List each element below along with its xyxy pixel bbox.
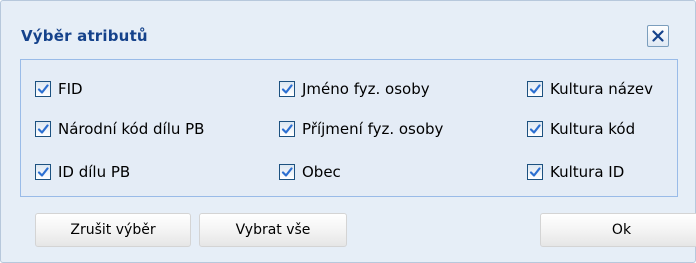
clear-selection-button[interactable]: Zrušit výběr <box>35 213 191 247</box>
checkbox-kultura-nazev[interactable]: Kultura název <box>527 78 653 100</box>
check-icon[interactable] <box>279 121 295 137</box>
checkbox-label: Obec <box>302 163 341 181</box>
checkbox-id-dilu-pb[interactable]: ID dílu PB <box>35 161 130 183</box>
checkbox-prijmeni-fyz-osoby[interactable]: Příjmení fyz. osoby <box>279 118 443 140</box>
check-icon[interactable] <box>279 164 295 180</box>
checkbox-label: Národní kód dílu PB <box>58 120 205 138</box>
check-icon[interactable] <box>35 121 51 137</box>
checkbox-kultura-id[interactable]: Kultura ID <box>527 161 624 183</box>
checkbox-label: Kultura ID <box>550 163 625 181</box>
checkbox-fid[interactable]: FID <box>35 78 83 100</box>
select-all-button[interactable]: Vybrat vše <box>199 213 347 247</box>
checkbox-label: Kultura kód <box>550 120 636 138</box>
checkbox-jmeno-fyz-osoby[interactable]: Jméno fyz. osoby <box>279 78 430 100</box>
ok-button[interactable]: Ok <box>540 213 696 247</box>
checkbox-label: FID <box>58 80 83 98</box>
attributes-panel: FID Národní kód dílu PB ID dílu PB Jméno… <box>20 59 678 197</box>
close-icon[interactable] <box>647 25 669 47</box>
checkbox-label: Kultura název <box>550 80 653 98</box>
check-icon[interactable] <box>279 81 295 97</box>
check-icon[interactable] <box>527 164 543 180</box>
attribute-selection-dialog: Výběr atributů FID Národní kód dílu PB I… <box>0 0 696 263</box>
check-icon[interactable] <box>35 164 51 180</box>
check-icon[interactable] <box>527 121 543 137</box>
checkbox-label: Příjmení fyz. osoby <box>302 120 444 138</box>
checkbox-label: Jméno fyz. osoby <box>302 80 430 98</box>
check-icon[interactable] <box>527 81 543 97</box>
check-icon[interactable] <box>35 81 51 97</box>
dialog-titlebar: Výběr atributů <box>1 1 695 59</box>
checkbox-obec[interactable]: Obec <box>279 161 341 183</box>
dialog-title: Výběr atributů <box>21 27 148 45</box>
checkbox-label: ID dílu PB <box>58 163 131 181</box>
checkbox-kultura-kod[interactable]: Kultura kód <box>527 118 635 140</box>
checkbox-narodni-kod-dilu-pb[interactable]: Národní kód dílu PB <box>35 118 204 140</box>
